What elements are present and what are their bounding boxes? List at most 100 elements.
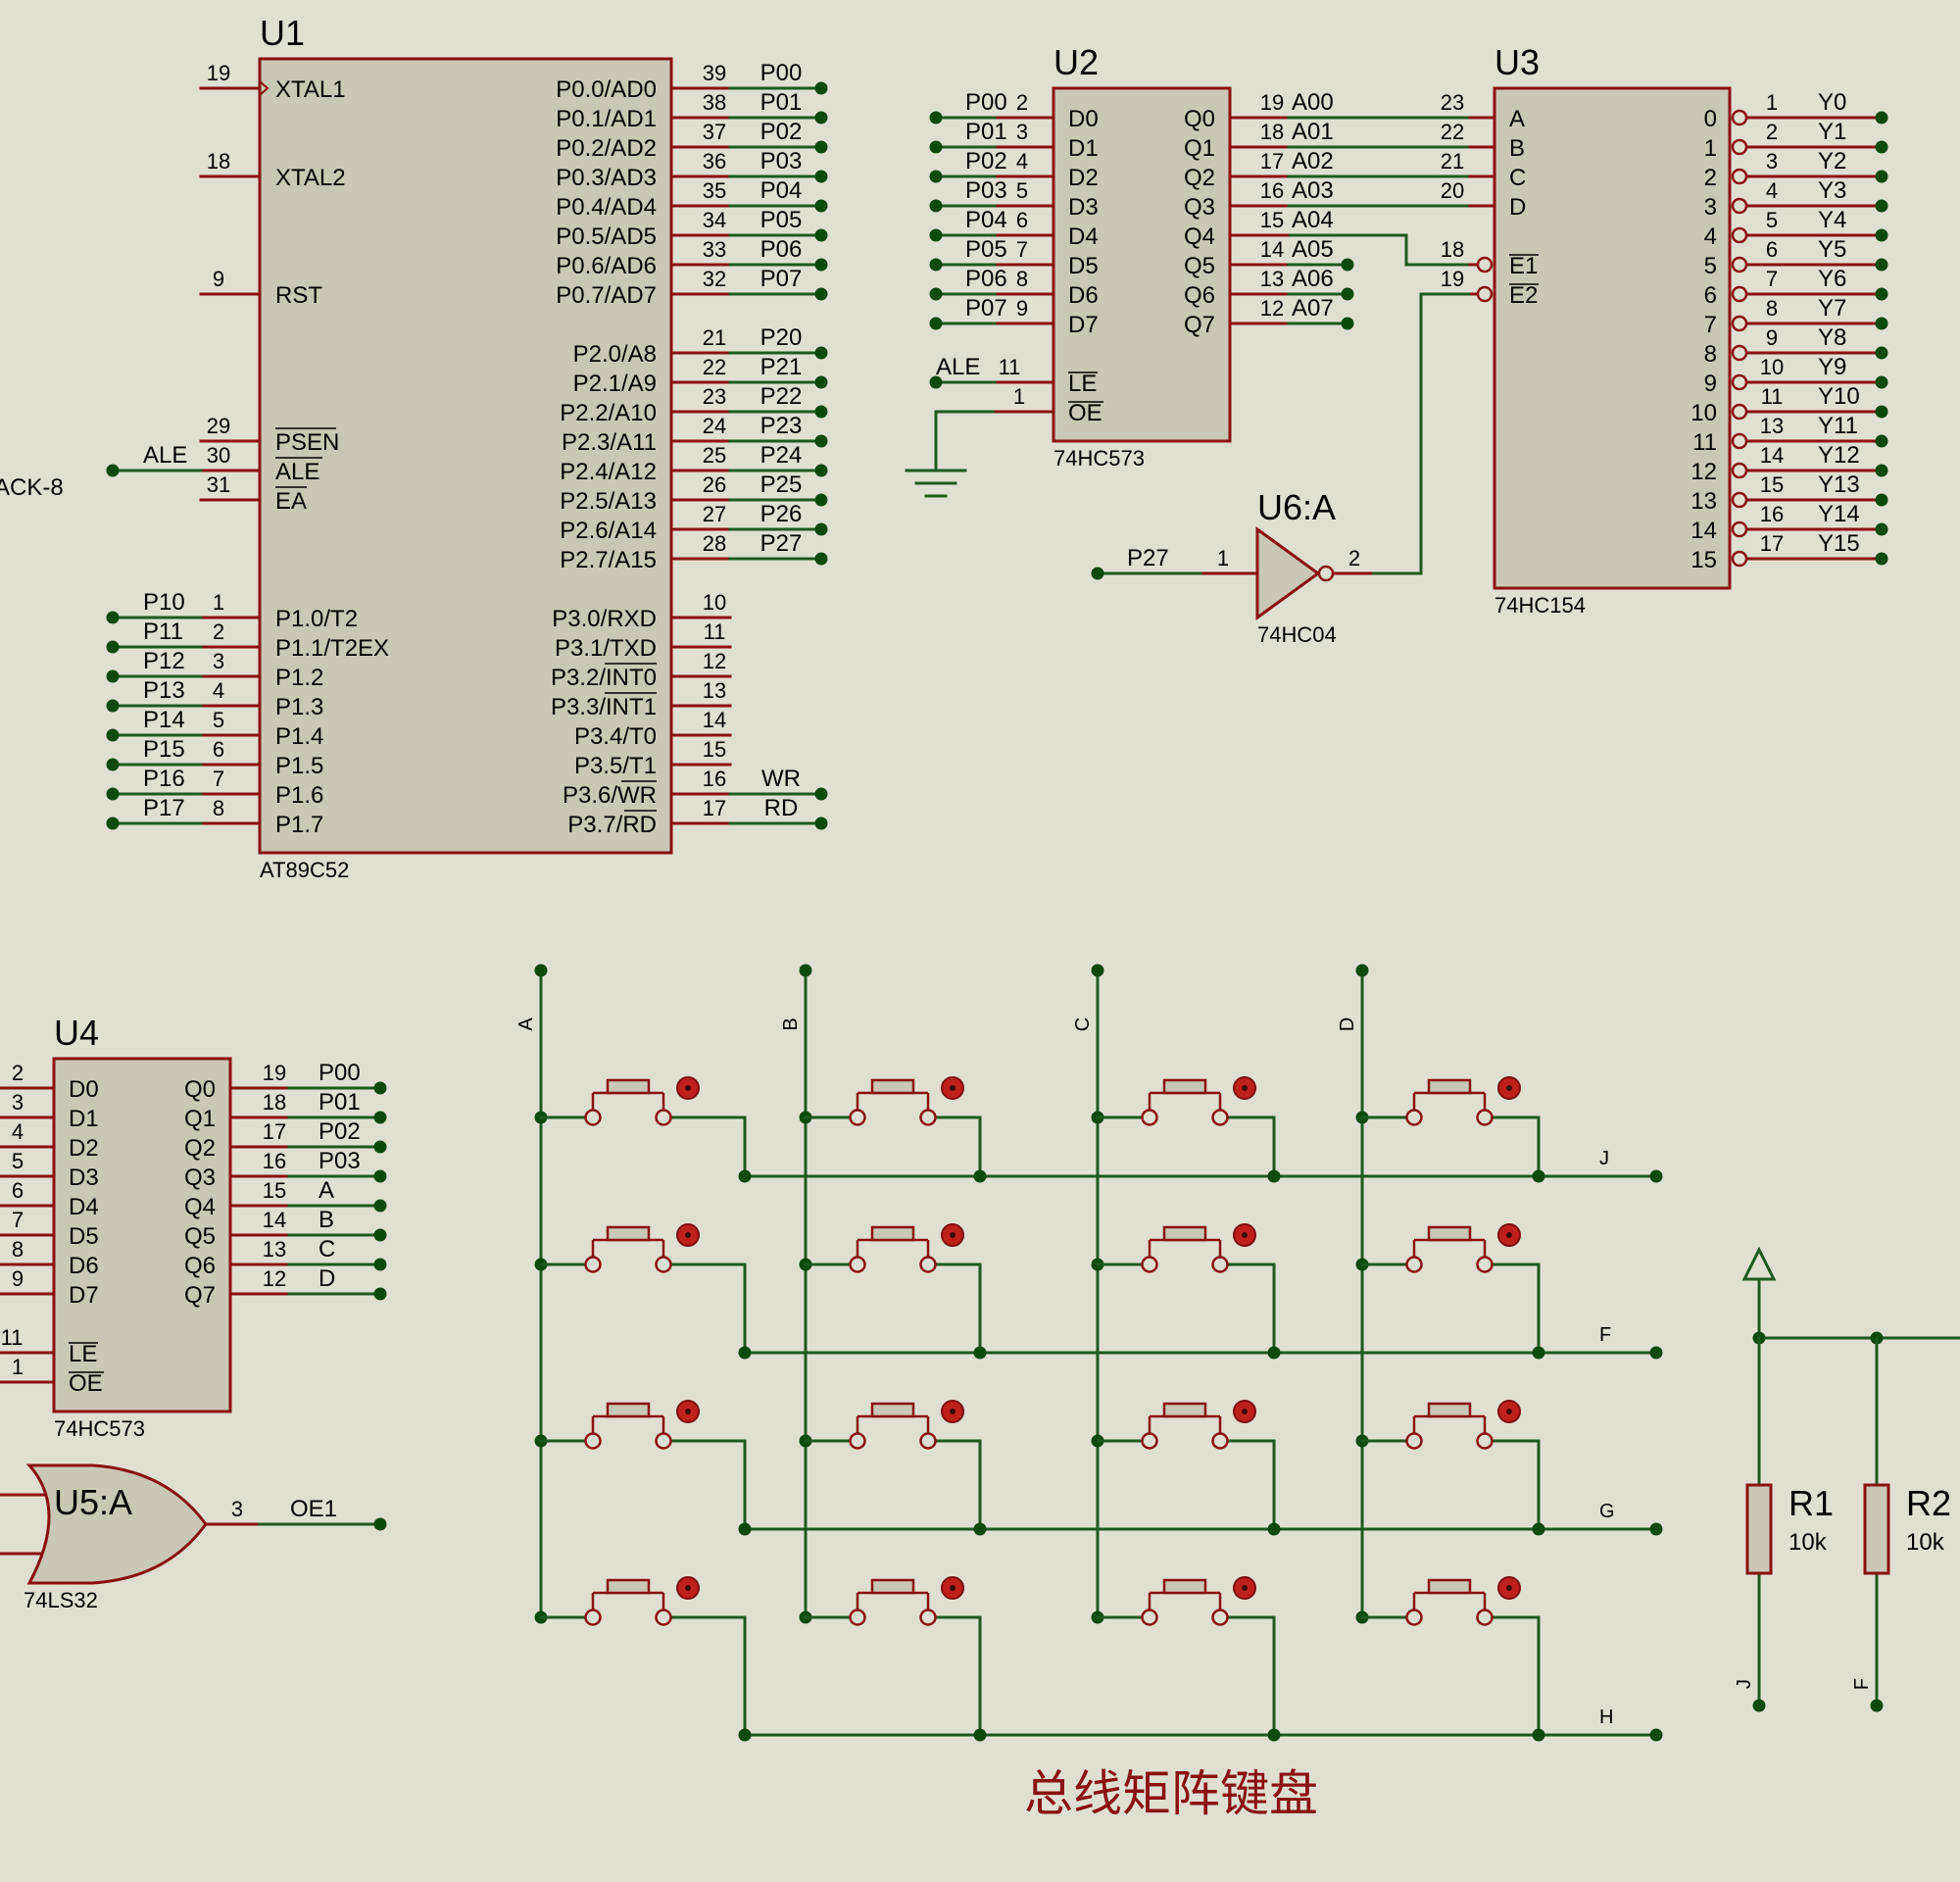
u2-pin-num: 13 (1260, 267, 1284, 291)
key-right-lead (1492, 1263, 1541, 1353)
u1-pin-num: 19 (207, 61, 230, 85)
u4-pin-name: Q3 (184, 1164, 216, 1191)
key-right-lead (670, 1439, 747, 1529)
key-actuator-center (1242, 1585, 1248, 1591)
key-actuator-center (950, 1585, 956, 1591)
key-right-lead (670, 1115, 747, 1176)
u5-part: 74LS32 (24, 1588, 98, 1612)
u2-oe-num: 1 (1013, 384, 1025, 409)
key-contact (655, 1256, 672, 1273)
key-cap (606, 1578, 651, 1595)
u4-net-terminal (373, 1169, 387, 1183)
u1-pin-name: P1.6 (275, 782, 323, 809)
u3-output-bubble (1731, 432, 1748, 450)
u4-net-terminal (373, 1228, 387, 1242)
u1-pin-num: 27 (703, 502, 726, 526)
u6-part: 74HC04 (1257, 622, 1337, 647)
u3-output-bubble (1731, 491, 1748, 509)
keyboard-column-terminal (1091, 964, 1104, 977)
resistor-body (1745, 1483, 1773, 1575)
u2-pin-name: Q7 (1184, 312, 1215, 338)
u4-oe-name: OE (69, 1370, 103, 1397)
power-arrow-icon (1741, 1246, 1777, 1281)
u1-pin-num: 31 (207, 472, 230, 497)
key-actuator-center (1506, 1232, 1512, 1238)
u3-pin-num: 7 (1766, 267, 1778, 291)
u2-pin-num: 2 (1016, 90, 1028, 115)
u3-output-bubble (1731, 285, 1748, 303)
u2-net-label: P03 (965, 177, 1007, 204)
u1-pin-num: 32 (703, 267, 726, 291)
u1-net-label: P13 (143, 677, 185, 704)
keyboard-column-terminal (1355, 964, 1369, 977)
keyboard-column-label: A (515, 1017, 537, 1031)
u4-pin-num: 6 (12, 1178, 24, 1203)
u1-pin-name: P2.0/A8 (573, 341, 657, 368)
u1-net-terminal (814, 258, 828, 272)
key-contact (1141, 1256, 1158, 1273)
key-right-lead (1227, 1439, 1276, 1529)
u3-output-bubble (1731, 256, 1748, 273)
u4-pin-num: 4 (12, 1119, 24, 1144)
u1-net-label: P06 (760, 236, 803, 263)
u2-net-terminal (929, 111, 943, 124)
u2-pin-num: 14 (1260, 237, 1284, 262)
u1-net-label: P14 (143, 707, 185, 733)
u2-oe-wire (934, 410, 995, 470)
u2-pin-num: 12 (1260, 296, 1284, 321)
u3-output-bubble (1731, 138, 1748, 156)
u4-pin-num: 16 (263, 1149, 286, 1173)
u3-pin-num: 18 (1441, 237, 1464, 262)
u3-pin-num: 4 (1766, 178, 1778, 203)
keyboard-row-label: J (1599, 1148, 1609, 1169)
u1-pin-num: 1 (213, 590, 224, 615)
u1-pin-num: 9 (213, 267, 224, 291)
u1-pin-num: 25 (703, 443, 726, 468)
u1-pin-num: 23 (703, 384, 726, 409)
u1-pin-name: P2.2/A10 (560, 400, 657, 426)
u1-net-terminal (814, 228, 828, 242)
u4-pin-num: 17 (263, 1119, 286, 1144)
u1-pin-name: P2.5/A13 (560, 488, 657, 515)
u1-net-label: RD (764, 795, 799, 821)
resistor-value: 10k (1788, 1529, 1828, 1556)
u3-net-terminal (1875, 434, 1888, 448)
u1-net-label: P03 (760, 148, 803, 174)
u1-part: AT89C52 (260, 858, 349, 882)
resistor-terminal (1870, 1699, 1884, 1712)
u4-le-name: LE (69, 1341, 97, 1367)
key-contact (1211, 1109, 1229, 1126)
u3-enable-bubble (1476, 256, 1494, 273)
u1-net-label: P23 (760, 413, 803, 439)
u3-pin-num: 23 (1441, 90, 1464, 115)
u2-pin-name: D1 (1068, 135, 1099, 162)
u2-ale-net: ALE (936, 354, 980, 380)
u3-pin-idx: 7 (1704, 312, 1717, 338)
u1-pin-name: EA (275, 488, 307, 515)
u2-q-terminal (1341, 317, 1354, 330)
u1-net-terminal (106, 640, 120, 654)
u2-net-label: A02 (1292, 148, 1334, 174)
u3-output-bubble (1731, 168, 1748, 185)
u1-pin-num: 33 (703, 237, 726, 262)
u1-net-label: P15 (143, 736, 185, 763)
key-actuator-center (1506, 1409, 1512, 1414)
u6-input-terminal (1091, 567, 1104, 580)
keyboard-row-junction (1267, 1522, 1281, 1536)
u2-pin-name: D0 (1068, 106, 1099, 132)
u1-net-terminal (106, 728, 120, 742)
u1-pin-num: 15 (703, 737, 726, 762)
u3-pin-idx: 4 (1704, 223, 1717, 250)
key-right-lead (1492, 1615, 1541, 1735)
keyboard-row-label: H (1599, 1707, 1613, 1728)
u1-pin-num: 34 (703, 208, 726, 232)
u1-pin-num: 26 (703, 472, 726, 497)
u3-pin-idx: 15 (1690, 547, 1717, 573)
keyboard-column-terminal (534, 964, 548, 977)
key-right-lead (935, 1115, 982, 1176)
u3-net-label: Y14 (1818, 501, 1860, 527)
u1-pin-name: P0.7/AD7 (556, 282, 657, 309)
u2-net-terminal (929, 199, 943, 213)
u4-pin-name: D1 (69, 1106, 99, 1132)
keyboard-row-junction (973, 1522, 987, 1536)
